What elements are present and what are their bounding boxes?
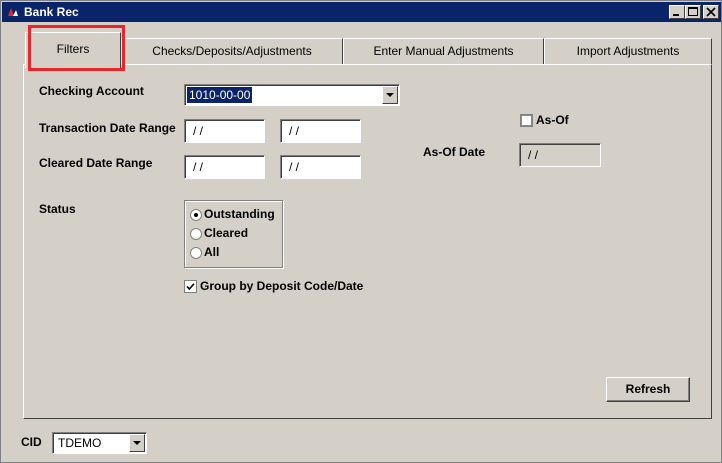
cleared-date-range-label: Cleared Date Range bbox=[39, 156, 153, 170]
cleared-date-to-field[interactable]: / / bbox=[280, 155, 361, 179]
tab-import-label: Import Adjustments bbox=[576, 44, 680, 58]
status-cleared-label: Cleared bbox=[204, 226, 249, 240]
transaction-date-range-label: Transaction Date Range bbox=[39, 121, 176, 135]
title-bar[interactable]: Bank Rec bbox=[2, 2, 721, 22]
maximize-button[interactable] bbox=[685, 5, 701, 19]
transaction-date-to-field[interactable]: / / bbox=[280, 119, 361, 143]
tab-highlight-box bbox=[28, 25, 125, 71]
minimize-icon bbox=[673, 14, 679, 16]
radio-icon bbox=[190, 228, 202, 240]
refresh-button[interactable]: Refresh bbox=[606, 377, 690, 402]
cid-value: TDEMO bbox=[58, 436, 102, 450]
app-icon bbox=[6, 5, 20, 19]
as-of-date-label: As-Of Date bbox=[423, 145, 486, 159]
checkbox-icon bbox=[520, 114, 533, 127]
bank-rec-window: Bank Rec Filters Checks/Deposits/Adjustm… bbox=[0, 0, 722, 463]
status-label: Status bbox=[39, 202, 76, 216]
close-button[interactable] bbox=[703, 5, 719, 19]
window-title: Bank Rec bbox=[24, 5, 79, 19]
radio-selected-icon bbox=[190, 209, 202, 221]
checking-account-combo[interactable]: 1010-00-00 bbox=[184, 84, 400, 106]
as-of-date-field[interactable]: / / bbox=[519, 143, 601, 167]
status-all-label: All bbox=[204, 245, 220, 259]
tab-checks-deposits-adjustments[interactable]: Checks/Deposits/Adjustments bbox=[121, 38, 343, 65]
as-of-label: As-Of bbox=[536, 113, 569, 127]
radio-icon bbox=[190, 247, 202, 259]
tab-enter-manual-adjustments[interactable]: Enter Manual Adjustments bbox=[343, 38, 544, 65]
chevron-down-icon bbox=[386, 93, 394, 97]
minimize-button[interactable] bbox=[669, 5, 685, 19]
status-outstanding-label: Outstanding bbox=[204, 207, 275, 221]
checking-account-value: 1010-00-00 bbox=[185, 86, 254, 104]
tab-import-adjustments[interactable]: Import Adjustments bbox=[544, 38, 712, 65]
filters-panel bbox=[23, 64, 712, 419]
cid-dropdown-button[interactable] bbox=[129, 434, 145, 452]
cid-combo[interactable]: TDEMO bbox=[52, 432, 147, 454]
checkbox-checked-icon bbox=[184, 280, 197, 293]
group-by-label: Group by Deposit Code/Date bbox=[200, 279, 364, 293]
tab-manual-label: Enter Manual Adjustments bbox=[373, 44, 514, 58]
maximize-icon bbox=[688, 7, 698, 16]
cid-label: CID bbox=[21, 435, 42, 449]
cleared-date-from-field[interactable]: / / bbox=[184, 155, 265, 179]
checking-account-label: Checking Account bbox=[39, 84, 144, 98]
tab-checks-label: Checks/Deposits/Adjustments bbox=[152, 44, 312, 58]
close-icon bbox=[706, 7, 716, 17]
transaction-date-from-field[interactable]: / / bbox=[184, 119, 265, 143]
checking-account-dropdown-button[interactable] bbox=[382, 86, 398, 104]
chevron-down-icon bbox=[133, 441, 141, 445]
